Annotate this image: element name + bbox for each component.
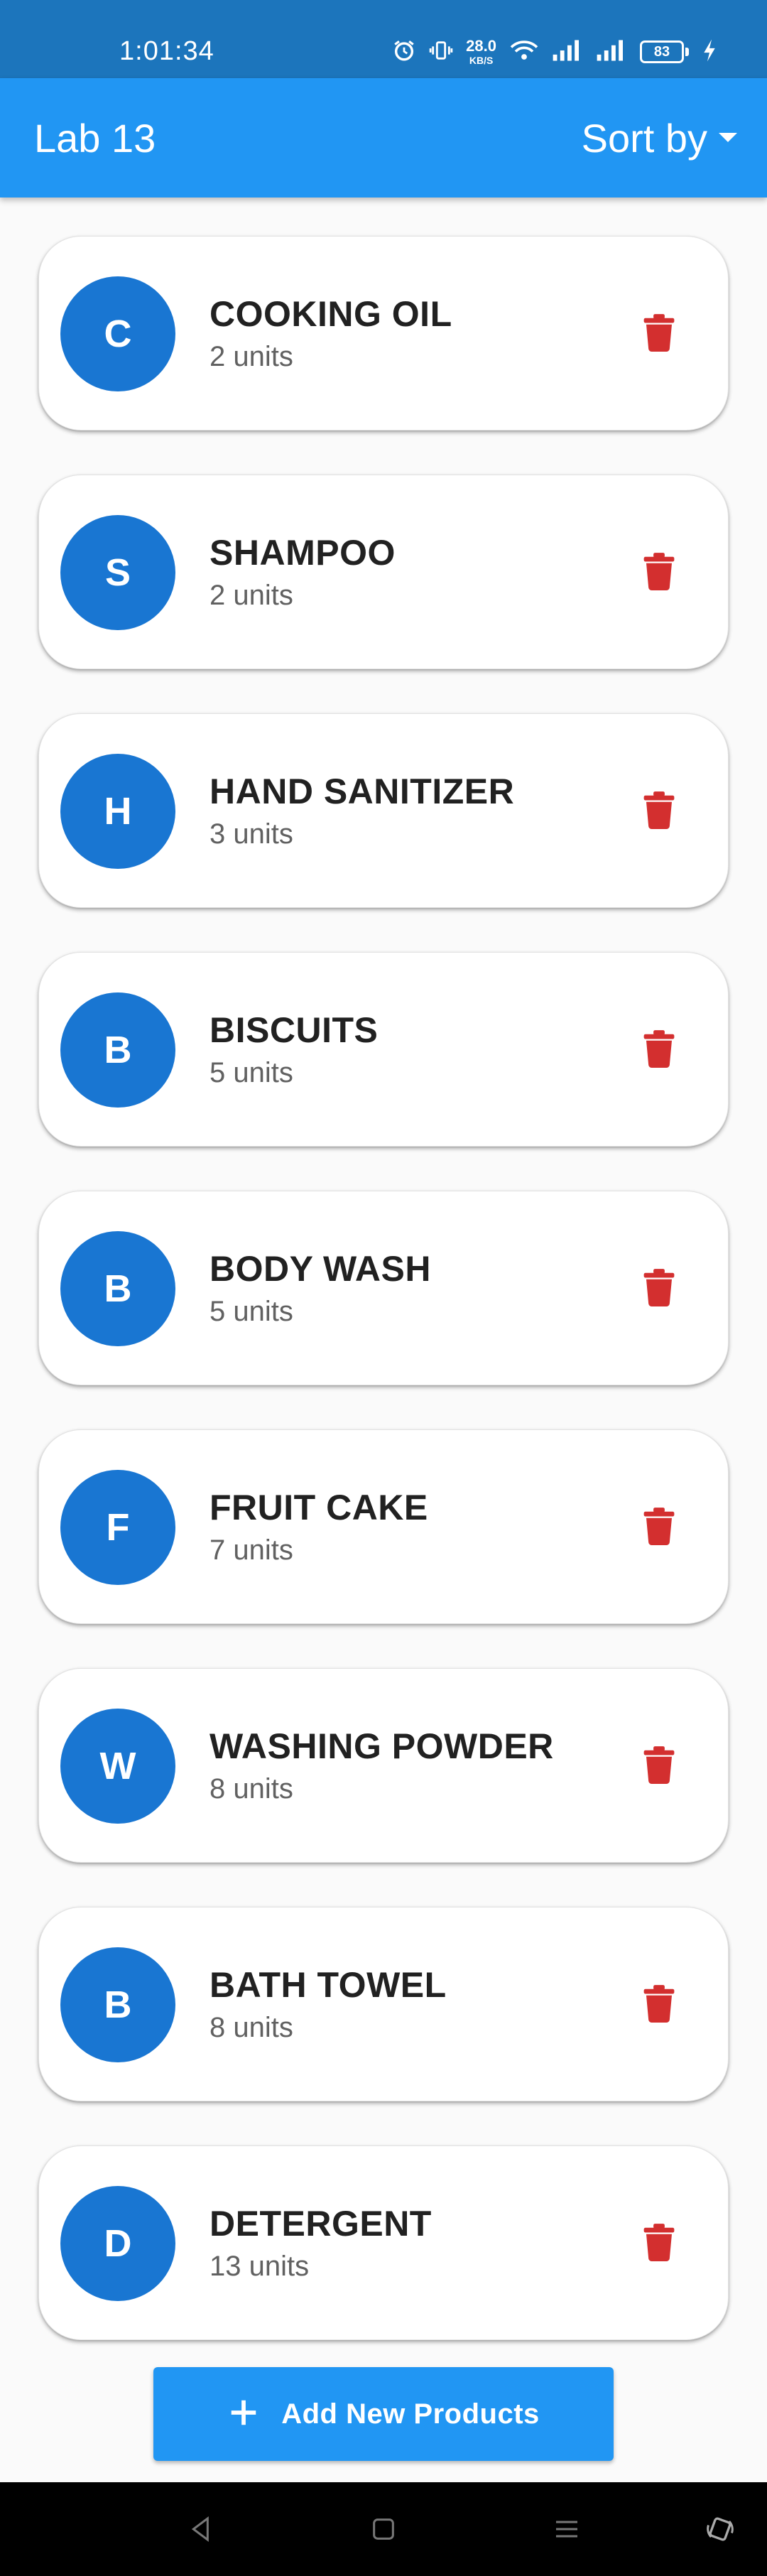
network-speed-value: 28.0 (466, 37, 496, 55)
status-time: 1:01:34 (119, 36, 214, 66)
delete-product-button[interactable] (634, 1503, 684, 1552)
trash-icon (643, 1984, 675, 2026)
product-avatar: D (60, 2186, 175, 2301)
product-avatar: F (60, 1470, 175, 1585)
rotate-icon[interactable] (697, 2506, 743, 2552)
system-navigation-bar (0, 2482, 767, 2576)
app-bar: Lab 13 Sort by (0, 78, 767, 197)
alarm-icon (392, 38, 416, 66)
product-avatar: W (60, 1709, 175, 1824)
product-name: COOKING OIL (210, 294, 452, 334)
sort-by-button[interactable]: Sort by (582, 114, 739, 163)
product-quantity: 5 units (210, 1057, 293, 1088)
product-quantity: 2 units (210, 580, 293, 611)
product-card[interactable]: C COOKING OIL 2 units (38, 236, 729, 431)
sort-by-label: Sort by (581, 116, 707, 161)
product-quantity: 8 units (210, 1773, 293, 1804)
product-avatar: H (60, 754, 175, 869)
trash-icon (643, 1268, 675, 1310)
network-speed-unit: KB/S (469, 55, 494, 66)
trash-icon (643, 552, 675, 594)
trash-icon (643, 1746, 675, 1787)
charging-icon (702, 38, 717, 66)
product-quantity: 5 units (210, 1296, 293, 1327)
product-card[interactable]: H HAND SANITIZER 3 units (38, 713, 729, 908)
product-quantity: 2 units (210, 341, 293, 372)
product-avatar: B (60, 1231, 175, 1346)
delete-product-button[interactable] (634, 2219, 684, 2268)
delete-product-button[interactable] (634, 1264, 684, 1314)
delete-product-button[interactable] (634, 309, 684, 359)
product-card[interactable]: B BATH TOWEL 8 units (38, 1907, 729, 2101)
trash-icon (643, 1507, 675, 1549)
trash-icon (643, 2223, 675, 2265)
product-name: SHAMPOO (210, 533, 396, 573)
product-card[interactable]: B BISCUITS 5 units (38, 952, 729, 1147)
delete-product-button[interactable] (634, 786, 684, 836)
product-name: BATH TOWEL (210, 1965, 447, 2005)
trash-icon (643, 791, 675, 833)
product-avatar: B (60, 992, 175, 1108)
product-name: WASHING POWDER (210, 1726, 554, 1766)
delete-product-button[interactable] (634, 1741, 684, 1791)
product-name: BISCUITS (210, 1010, 379, 1050)
product-card[interactable]: S SHAMPOO 2 units (38, 475, 729, 669)
recents-icon[interactable] (544, 2506, 589, 2552)
signal-icon (552, 39, 583, 65)
product-quantity: 8 units (210, 2012, 293, 2043)
status-bar: 1:01:34 28.0 KB/S 83 (0, 0, 767, 78)
delete-product-button[interactable] (634, 1025, 684, 1075)
product-name: FRUIT CAKE (210, 1488, 428, 1527)
product-name: BODY WASH (210, 1249, 431, 1289)
product-name: HAND SANITIZER (210, 772, 515, 811)
trash-icon (643, 313, 675, 355)
network-speed: 28.0 KB/S (466, 37, 496, 66)
page-title: Lab 13 (34, 116, 156, 161)
product-card[interactable]: F FRUIT CAKE 7 units (38, 1429, 729, 1624)
status-icons: 28.0 KB/S 83 (392, 33, 717, 71)
delete-product-button[interactable] (634, 1980, 684, 2030)
home-icon[interactable] (361, 2506, 406, 2552)
product-avatar: B (60, 1947, 175, 2062)
battery-level: 83 (640, 40, 684, 63)
product-quantity: 7 units (210, 1535, 293, 1566)
product-quantity: 13 units (210, 2251, 310, 2282)
product-card[interactable]: W WASHING POWDER 8 units (38, 1668, 729, 1863)
add-new-products-label: Add New Products (281, 2398, 540, 2430)
add-new-products-button[interactable]: Add New Products (153, 2367, 614, 2461)
product-name: DETERGENT (210, 2204, 432, 2244)
delete-product-button[interactable] (634, 548, 684, 597)
battery-icon: 83 (640, 40, 689, 63)
wifi-icon (509, 38, 539, 66)
product-avatar: S (60, 515, 175, 630)
back-icon[interactable] (179, 2506, 224, 2552)
vibrate-icon (429, 38, 453, 66)
plus-icon (227, 2396, 260, 2432)
signal-icon-2 (596, 39, 627, 65)
product-card[interactable]: B BODY WASH 5 units (38, 1191, 729, 1385)
product-quantity: 3 units (210, 818, 293, 850)
product-card[interactable]: D DETERGENT 13 units (38, 2145, 729, 2340)
product-avatar: C (60, 276, 175, 391)
trash-icon (643, 1029, 675, 1071)
arrow-drop-down-icon (717, 131, 739, 147)
